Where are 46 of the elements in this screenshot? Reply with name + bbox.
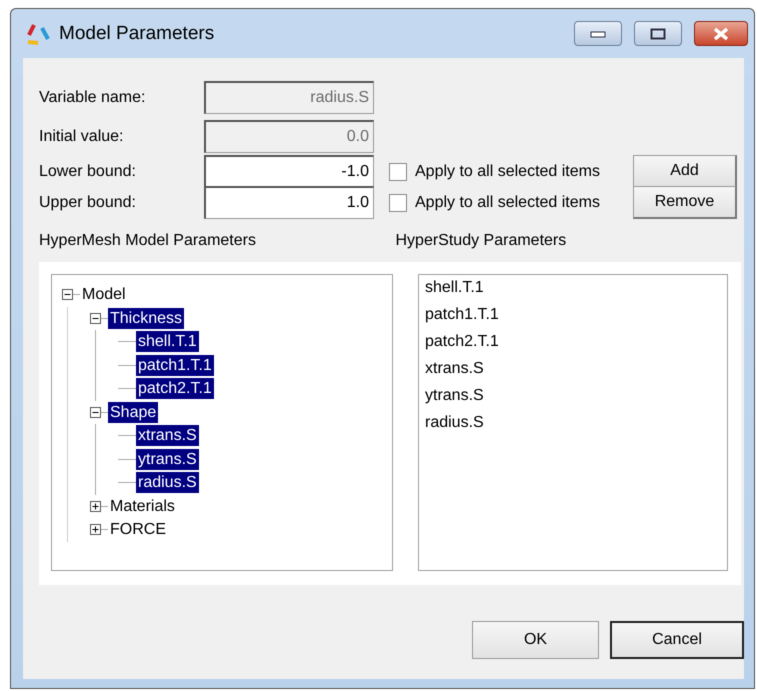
tree-item[interactable]: FORCE [108,519,168,540]
checkbox-label: Apply to all selected items [415,162,600,180]
minimize-icon [590,30,606,38]
expand-icon[interactable] [90,524,101,536]
maximize-icon [650,28,666,40]
tree-item[interactable]: xtrans.S [136,425,199,446]
tree-item[interactable]: patch1.T.1 [136,354,214,376]
expand-icon[interactable] [90,500,101,512]
collapse-icon[interactable] [62,289,73,300]
field-label: Initial value: [39,128,124,146]
input-field[interactable]: -1.0 [204,155,374,188]
list-item[interactable]: xtrans.S [425,360,727,387]
input-field[interactable]: 1.0 [204,186,374,219]
action-button[interactable]: Add [633,155,737,188]
window-title: Model Parameters [59,22,216,44]
collapse-icon[interactable] [90,312,101,324]
close-icon [712,26,730,40]
tree-item[interactable]: shell.T.1 [136,331,199,352]
collapse-icon[interactable] [90,406,101,418]
minimize-button[interactable] [574,21,622,46]
tree-item[interactable]: radius.S [136,472,199,494]
field-label: Variable name: [39,88,146,106]
dialog-button[interactable]: OK [472,621,599,659]
list-item[interactable]: shell.T.1 [425,279,727,306]
section-label: HyperMesh Model Parameters [39,232,257,251]
app-logo-icon [25,22,51,46]
tree-item[interactable]: Materials [108,496,177,517]
dialog-button[interactable]: Cancel [610,621,744,659]
field-label: Upper bound: [39,194,137,212]
checkbox[interactable] [389,194,407,212]
tree-item[interactable]: Model [80,284,128,306]
list-item[interactable]: patch2.T.1 [425,333,727,360]
tree-item[interactable]: Thickness [108,308,184,329]
close-button[interactable] [694,21,748,46]
list-item[interactable]: ytrans.S [425,387,727,414]
list-item[interactable]: radius.S [425,414,727,441]
checkbox-label: Apply to all selected items [415,194,600,212]
tree-item[interactable]: ytrans.S [136,448,199,470]
tree-item[interactable]: Shape [108,402,158,423]
maximize-button[interactable] [634,21,682,46]
tree-item[interactable]: patch2.T.1 [136,378,214,400]
section-label: HyperStudy Parameters [396,232,568,251]
action-button[interactable]: Remove [633,186,737,219]
list-item[interactable]: patch1.T.1 [425,306,727,333]
checkbox[interactable] [389,162,407,180]
field-label: Lower bound: [39,162,137,180]
